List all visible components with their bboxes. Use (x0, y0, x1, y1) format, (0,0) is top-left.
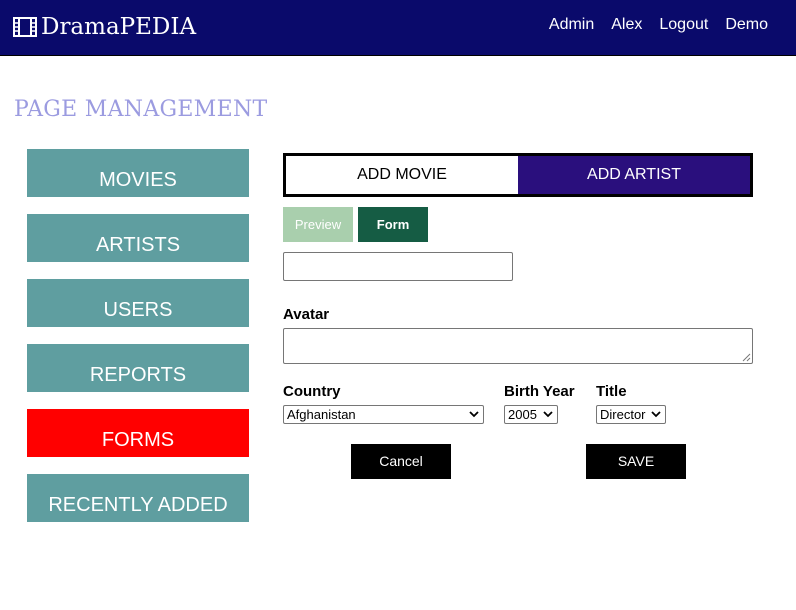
brand-logo[interactable]: DramaPEDIA (13, 12, 196, 42)
nav-link-demo[interactable]: Demo (725, 16, 768, 34)
tab-add-artist[interactable]: ADD ARTIST (518, 156, 750, 194)
country-label: Country (283, 383, 341, 400)
country-select[interactable]: Afghanistan (283, 405, 484, 424)
avatar-textarea[interactable] (283, 328, 753, 364)
name-input[interactable] (283, 252, 513, 281)
sidebar-item-movies[interactable]: MOVIES (27, 149, 249, 197)
sidebar-item-artists[interactable]: ARTISTS (27, 214, 249, 262)
sidebar-item-forms[interactable]: FORMS (27, 409, 249, 457)
sidebar: MOVIES ARTISTS USERS REPORTS FORMS RECEN… (27, 149, 249, 539)
birth-year-selected-value: 2005 (508, 407, 537, 422)
birth-year-select[interactable]: 2005 (504, 405, 558, 424)
top-nav-bar: DramaPEDIA Admin Alex Logout Demo (0, 0, 796, 56)
title-selected-value: Director (600, 407, 646, 422)
sidebar-item-users[interactable]: USERS (27, 279, 249, 327)
film-icon (13, 17, 37, 37)
chevron-down-icon (469, 411, 479, 418)
cancel-button[interactable]: Cancel (351, 444, 451, 479)
birth-year-label: Birth Year (504, 383, 575, 400)
country-selected-value: Afghanistan (287, 407, 356, 422)
nav-link-user[interactable]: Alex (611, 16, 642, 34)
preview-tab-button[interactable]: Preview (283, 207, 353, 242)
form-tab-button[interactable]: Form (358, 207, 428, 242)
form-type-tabs: ADD MOVIE ADD ARTIST (283, 153, 753, 197)
tab-add-movie[interactable]: ADD MOVIE (286, 156, 518, 194)
chevron-down-icon (651, 411, 661, 418)
resize-grip-icon[interactable] (742, 353, 751, 362)
nav-link-admin[interactable]: Admin (549, 16, 594, 34)
title-label: Title (596, 383, 627, 400)
top-nav-links: Admin Alex Logout Demo (532, 16, 768, 34)
sidebar-item-reports[interactable]: REPORTS (27, 344, 249, 392)
page-title: PAGE MANAGEMENT (14, 97, 268, 122)
save-button[interactable]: SAVE (586, 444, 686, 479)
avatar-label: Avatar (283, 306, 330, 323)
title-select[interactable]: Director (596, 405, 666, 424)
chevron-down-icon (543, 411, 553, 418)
nav-link-logout[interactable]: Logout (659, 16, 708, 34)
sidebar-item-recently-added[interactable]: RECENTLY ADDED (27, 474, 249, 522)
brand-name: DramaPEDIA (41, 14, 197, 40)
